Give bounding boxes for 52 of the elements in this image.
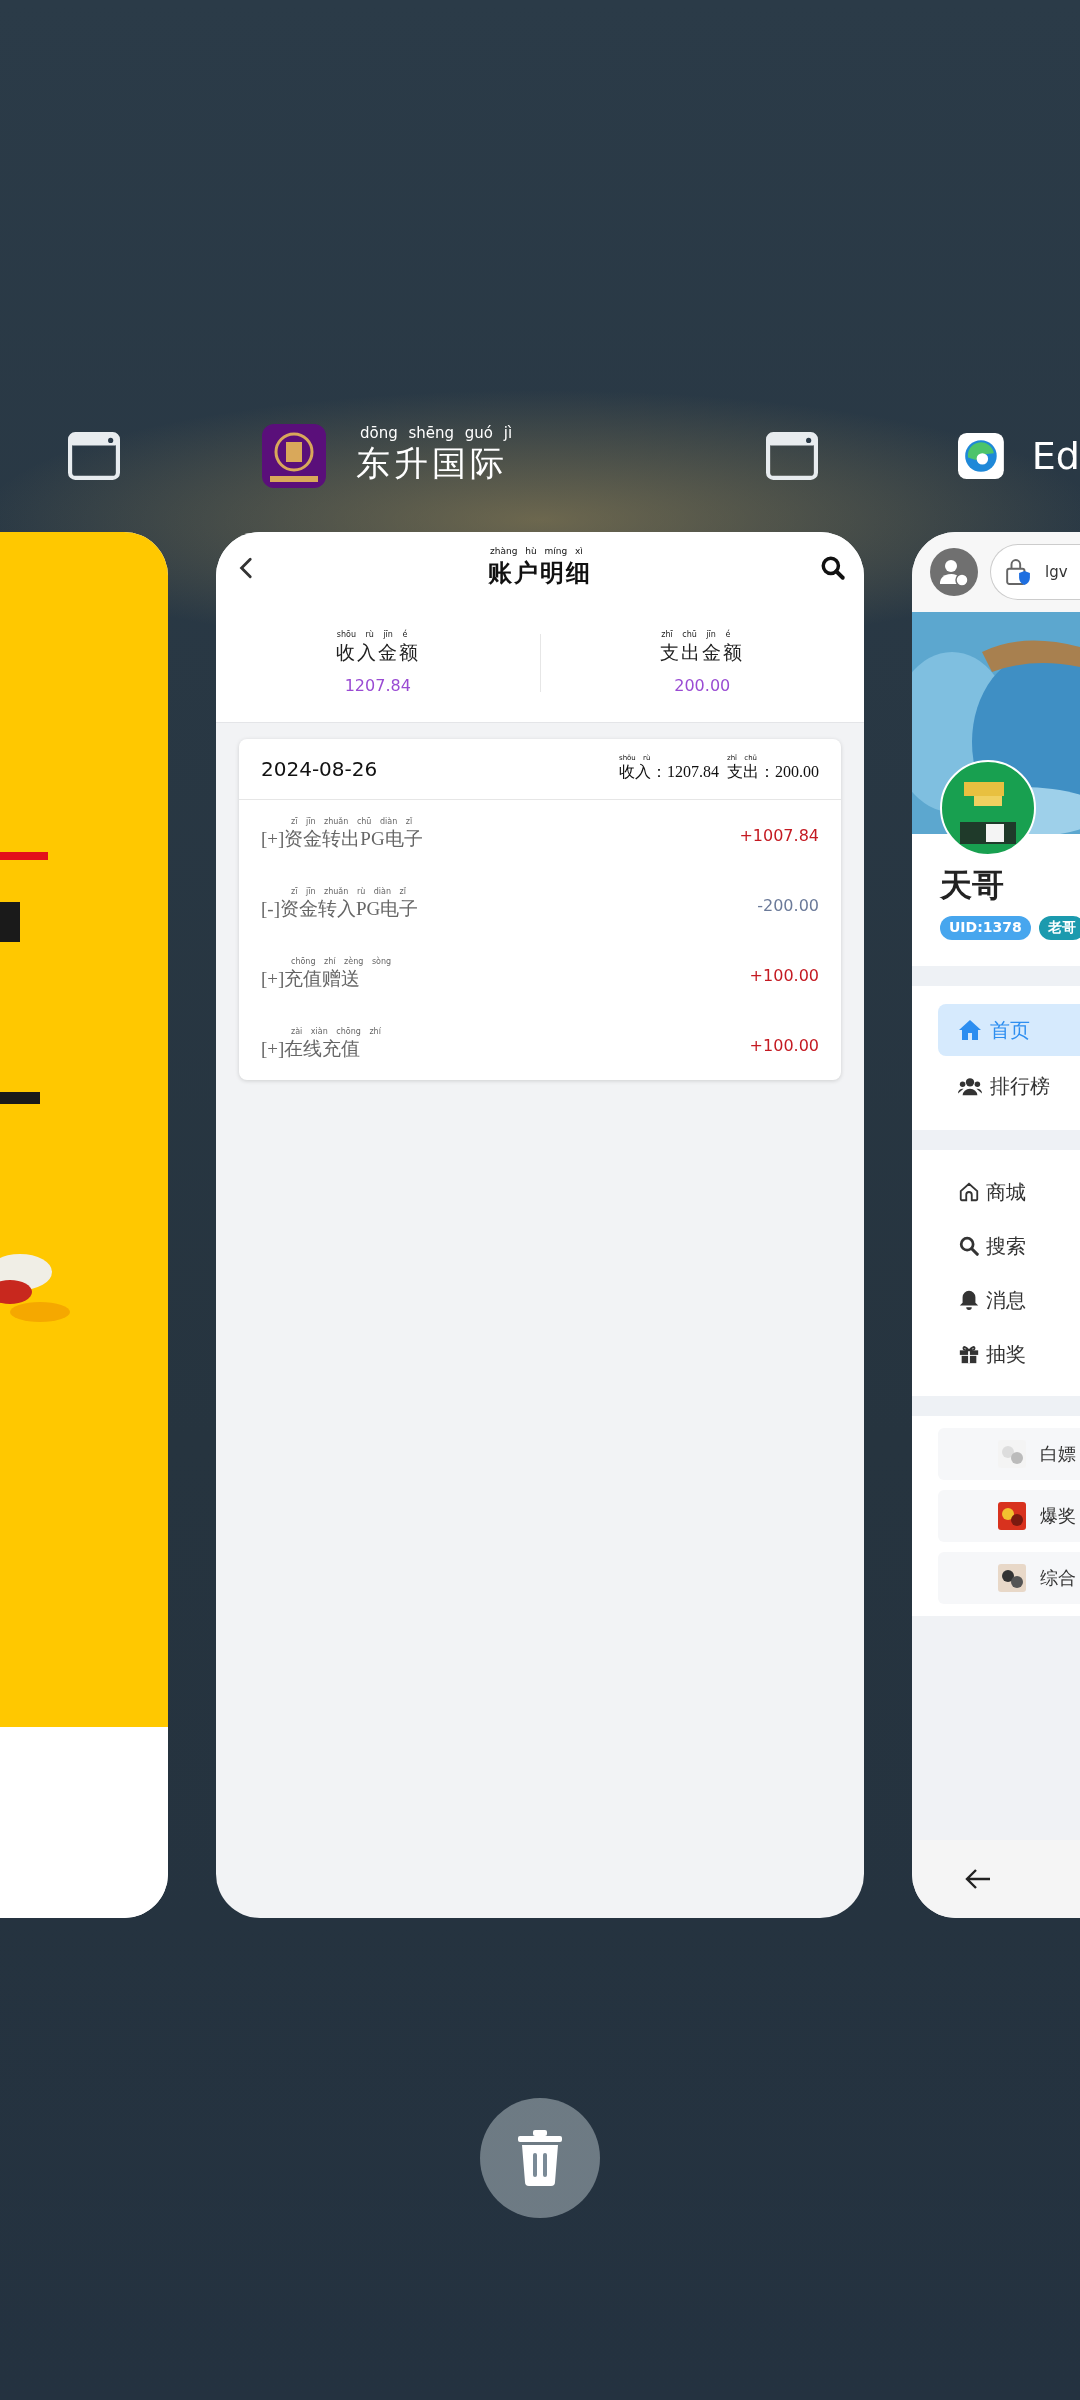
menu-link[interactable]: 消息 [958,1282,1080,1318]
transaction-label: [+]充值赠送 [261,967,361,992]
pinyin-annotation: zhàng hù míng xì [489,547,583,557]
app-name: 东升国际 [356,442,508,486]
pinyin-annotation: zài xiàn chōng zhí [290,1027,381,1037]
expense-amount: 200.00 [674,675,731,695]
pinyin-annotation: chōng zhí zèng sòng [290,957,392,967]
pinyin-annotation: dōng shēng guó jì [359,424,513,442]
date-label: 2024-08-26 [261,757,378,781]
home-icon [958,1019,982,1041]
category-item[interactable]: 综合 [938,1552,1080,1604]
gift-icon [958,1343,980,1365]
menu-item[interactable]: 排行榜 [938,1060,1080,1112]
expense-label: 支出金额 [660,640,745,665]
transaction-label: [-]资金转入PG电子 [261,897,419,922]
menu-link[interactable]: 商城 [958,1174,1080,1210]
pinyin-annotation: zī jīn zhuǎn rù diàn zǐ [290,887,407,897]
page-title: 账户明细 [488,558,592,588]
transaction-amount: +1007.84 [739,825,819,845]
expense-summary: 支出：200.00 [727,762,819,783]
back-arrow-icon[interactable] [964,1867,992,1891]
address-bar[interactable]: lgv [990,544,1080,600]
trash-icon [516,2130,564,2186]
users-icon [958,1075,982,1097]
pinyin-annotation: zī jīn zhuǎn chū diàn zǐ [290,817,413,827]
user-tag: 老哥 [1038,916,1080,940]
transaction-amount: +100.00 [749,1035,819,1055]
window-icon[interactable] [766,432,818,480]
menu-link[interactable]: 抽奖 [958,1336,1080,1372]
app-name: Ed [1031,434,1080,478]
income-label: 收入金额 [335,640,420,665]
app-icon[interactable] [262,424,326,488]
profile-add-icon[interactable] [930,548,978,596]
income-summary: 收入：1207.84 [619,762,719,783]
home-icon [958,1181,980,1203]
user-tag: UID:1378 [940,916,1031,940]
transaction-amount: -200.00 [757,895,819,915]
window-icon[interactable] [68,432,120,480]
transaction-label: [+]在线充值 [261,1037,361,1062]
transaction-label: [+]资金转出PG电子 [261,827,423,852]
transaction-amount: +100.00 [749,965,819,985]
pinyin-annotation: zhī chū jīn é [660,631,731,640]
income-amount: 1207.84 [344,675,411,695]
pinyin-annotation: shōu rù jīn é [335,631,408,640]
search-icon [958,1235,980,1257]
category-item[interactable]: 爆奖 [938,1490,1080,1542]
bell-icon [958,1289,980,1311]
user-name: 天哥 [940,865,1005,906]
menu-link[interactable]: 搜索 [958,1228,1080,1264]
category-item[interactable]: 白嫖 [938,1428,1080,1480]
lock-icon [1005,557,1031,587]
search-icon[interactable] [820,555,846,581]
